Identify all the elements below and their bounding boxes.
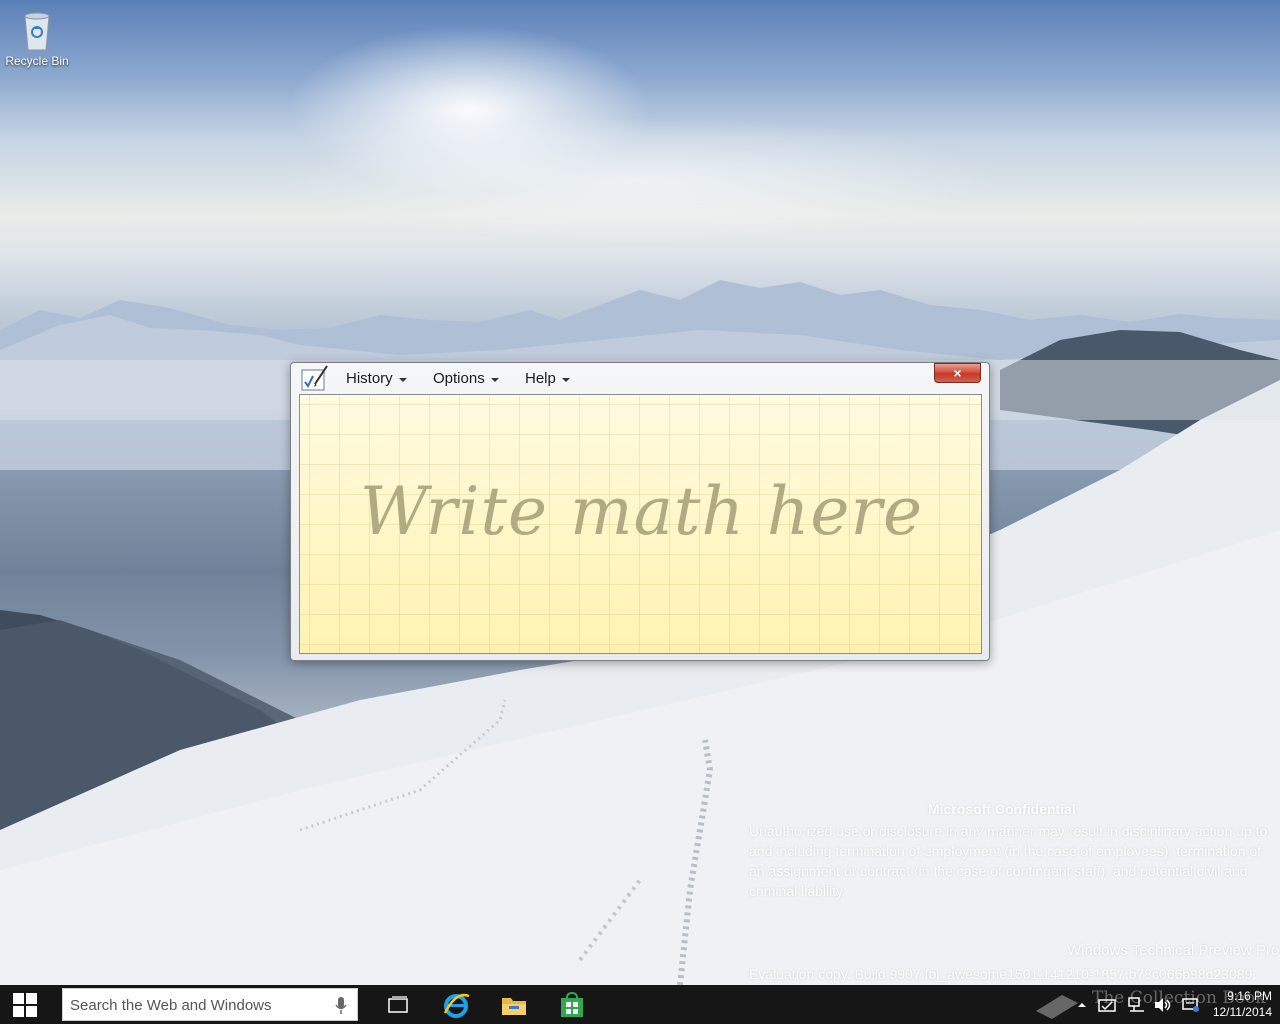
start-button[interactable] (0, 985, 50, 1024)
search-placeholder: Search the Web and Windows (70, 997, 272, 1014)
menu-history[interactable]: History (346, 370, 407, 387)
notification-button[interactable] (1182, 985, 1200, 1024)
menu-options[interactable]: Options (433, 370, 499, 387)
writing-area[interactable]: Write math here (299, 394, 982, 654)
chevron-down-icon (561, 377, 570, 382)
close-button[interactable]: × (934, 363, 981, 383)
store-icon (561, 991, 583, 1017)
menu-help-label: Help (525, 370, 556, 387)
edition-label: Windows Technical Preview Pro (1067, 942, 1280, 959)
file-explorer-button[interactable] (490, 988, 538, 1021)
chevron-down-icon (490, 377, 499, 382)
clock[interactable]: 9:16 PM 12/11/2014 (1206, 988, 1272, 1020)
network-icon (1128, 996, 1144, 1012)
writing-area-hint: Write math here (359, 473, 924, 550)
action-center-button[interactable] (1098, 985, 1116, 1024)
speaker-icon (1155, 997, 1171, 1012)
chevron-up-icon (1078, 1002, 1086, 1007)
math-input-panel-window: History Options Help × Write math here (290, 362, 990, 661)
desktop-icon-recycle-bin[interactable]: Recycle Bin (4, 6, 70, 76)
message-icon (1182, 997, 1199, 1012)
watermark-book-icon (1032, 985, 1082, 1024)
task-view-icon (388, 995, 408, 1013)
search-input[interactable]: Search the Web and Windows (62, 988, 358, 1021)
volume-button[interactable] (1154, 985, 1172, 1024)
microphone-icon[interactable] (335, 997, 347, 1015)
menu-history-label: History (346, 370, 393, 387)
internet-explorer-icon (443, 993, 470, 1018)
clock-date: 12/11/2014 (1212, 1005, 1272, 1019)
action-center-icon (1098, 998, 1116, 1012)
desktop-icon-label: Recycle Bin (5, 54, 69, 68)
show-hidden-icons-button[interactable] (1076, 985, 1088, 1024)
task-view-button[interactable] (374, 988, 422, 1021)
recycle-bin-icon (21, 8, 53, 52)
file-explorer-icon (502, 997, 526, 1015)
clock-time: 9:16 PM (1227, 989, 1272, 1003)
store-button[interactable] (548, 988, 596, 1021)
internet-explorer-button[interactable] (432, 988, 480, 1021)
taskbar: Search the Web and Windows The Collectio… (0, 985, 1280, 1024)
menu-options-label: Options (433, 370, 485, 387)
windows-logo-icon (13, 992, 37, 1017)
menu-help[interactable]: Help (525, 370, 570, 387)
network-button[interactable] (1128, 985, 1146, 1024)
math-input-panel-icon (301, 364, 329, 392)
confidential-title: Microsoft Confidential (928, 801, 1076, 817)
chevron-down-icon (398, 377, 407, 382)
build-label: Evaluation copy. Build 9907.fbl_awesome1… (749, 966, 1253, 982)
close-icon: × (953, 365, 962, 381)
confidential-notice: Unauthorized use or disclosure in any ma… (749, 823, 1268, 899)
